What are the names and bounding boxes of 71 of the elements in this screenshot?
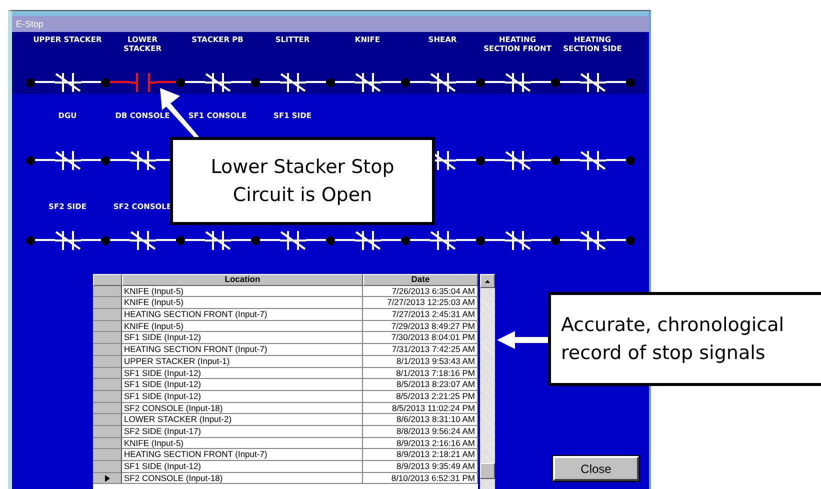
table-cell: 7/30/2013 8:04:01 PM — [363, 332, 478, 344]
junction-dot-icon — [626, 236, 635, 244]
scrollbar[interactable] — [480, 274, 495, 489]
table-cell: 7/31/2013 7:42:25 AM — [363, 344, 478, 356]
table-cell: SF2 CONSOLE (Input-18) — [122, 472, 363, 484]
table-cell: HEATING SECTION FRONT (Input-7) — [122, 344, 363, 356]
column-header[interactable]: Date — [363, 274, 478, 286]
current-row-icon — [104, 474, 110, 482]
junction-dot-icon — [626, 156, 635, 164]
junction-dot-icon — [626, 78, 635, 86]
table-cell: SF2 SIDE (Input-17) — [122, 426, 363, 438]
window-title: E-Stop — [16, 18, 44, 28]
junction-dot-icon — [401, 236, 410, 244]
table-cell: 8/5/2013 11:02:24 PM — [363, 402, 478, 414]
junction-dot-icon — [476, 236, 485, 244]
table-cell: 7/27/2013 12:25:03 AM — [363, 297, 478, 310]
table-cell: 8/9/2013 2:18:21 AM — [363, 449, 478, 461]
junction-dot-icon — [26, 156, 35, 164]
scroll-up-button[interactable] — [480, 274, 495, 288]
table-cell: 8/8/2013 9:56:24 AM — [363, 426, 478, 438]
table-cell: SF1 SIDE (Input-12) — [122, 461, 363, 473]
callout-arrow — [497, 330, 550, 350]
table-cell: 8/5/2013 8:23:07 AM — [363, 379, 478, 391]
table-cell: 8/1/2013 9:53:43 AM — [363, 356, 478, 368]
table-cell: 7/27/2013 2:45:31 AM — [363, 309, 478, 321]
table-cell: KNIFE (Input-5) — [122, 286, 363, 298]
table-cell: SF1 SIDE (Input-12) — [122, 379, 363, 391]
junction-dot-icon — [476, 78, 485, 86]
row-selector[interactable] — [93, 472, 122, 484]
junction-dot-icon — [251, 78, 260, 86]
table-cell: 7/26/2013 6:35:04 AM — [363, 286, 478, 298]
callout-text: Lower Stacker Stop Circuit is Open — [170, 137, 435, 225]
table-cell: UPPER STACKER (Input-1) — [122, 356, 363, 368]
scrollbar-thumb[interactable] — [480, 463, 495, 479]
junction-dot-icon — [401, 78, 410, 86]
table-cell: 8/9/2013 2:16:16 AM — [363, 438, 478, 450]
junction-dot-icon — [476, 156, 485, 164]
junction-dot-icon — [551, 236, 560, 244]
junction-dot-icon — [551, 156, 560, 164]
table-cell: 7/29/2013 8:49:27 PM — [363, 320, 478, 332]
table-cell: SF1 SIDE (Input-12) — [122, 390, 363, 403]
table-cell: KNIFE (Input-5) — [122, 438, 363, 450]
junction-dot-icon — [551, 78, 560, 86]
junction-dot-icon — [326, 236, 335, 244]
up-arrow-icon — [485, 280, 490, 282]
junction-dot-icon — [176, 78, 185, 86]
junction-dot-icon — [101, 78, 110, 86]
junction-dot-icon — [176, 236, 185, 244]
close-button[interactable]: Close — [553, 456, 639, 481]
table-cell: LOWER STACKER (Input-2) — [122, 414, 363, 426]
junction-dot-icon — [251, 236, 260, 244]
junction-dot-icon — [26, 236, 35, 244]
callout-text: Accurate, chronological record of stop signals — [548, 292, 821, 386]
junction-dot-icon — [326, 78, 335, 86]
table-cell: SF1 SIDE (Input-12) — [122, 332, 363, 344]
junction-dot-icon — [101, 236, 110, 244]
junction-dot-icon — [26, 78, 35, 86]
table-cell: SF2 CONSOLE (Input-18) — [122, 402, 363, 414]
table-cell: SF1 SIDE (Input-12) — [122, 368, 363, 380]
table-cell: 8/6/2013 8:31:10 AM — [363, 414, 478, 426]
table-cell: KNIFE (Input-5) — [122, 320, 363, 332]
column-header[interactable]: Location — [122, 274, 363, 286]
table-cell: 8/1/2013 7:18:16 PM — [363, 368, 478, 380]
table-cell: HEATING SECTION FRONT (Input-7) — [122, 449, 363, 461]
table-cell: 8/9/2013 9:35:49 AM — [363, 461, 478, 473]
table-cell: KNIFE (Input-5) — [122, 297, 363, 310]
table-cell: 8/10/2013 6:52:31 PM — [363, 472, 478, 484]
column-header — [93, 274, 122, 286]
table-cell: 8/5/2013 2:21:25 PM — [363, 390, 478, 403]
junction-dot-icon — [101, 156, 110, 164]
table-cell: HEATING SECTION FRONT (Input-7) — [122, 309, 363, 321]
